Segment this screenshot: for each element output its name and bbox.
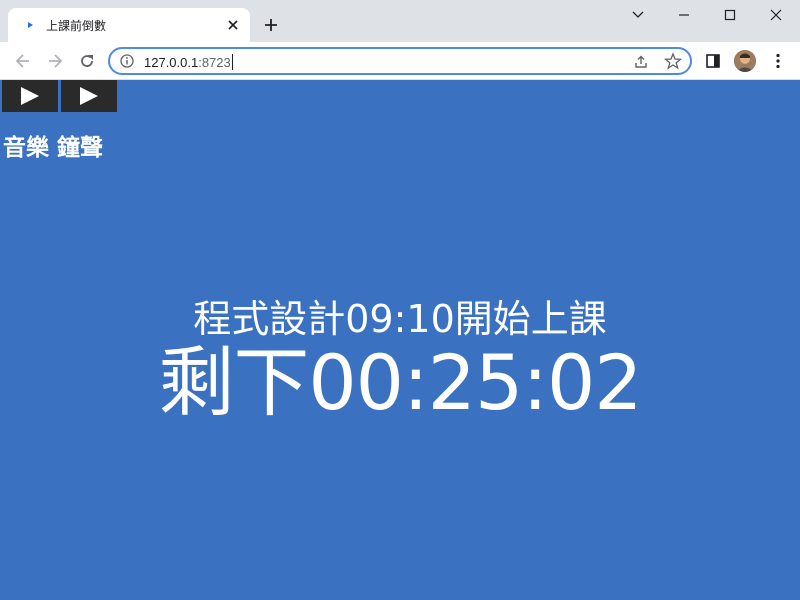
- minimize-icon[interactable]: [670, 4, 698, 26]
- reload-icon[interactable]: [77, 51, 97, 71]
- media-labels: 音樂 鐘聲: [3, 128, 111, 162]
- play-icon: [80, 87, 98, 105]
- class-start-message: 程式設計09:10開始上課: [193, 297, 607, 341]
- music-label: 音樂: [3, 135, 49, 161]
- forward-arrow-icon[interactable]: [45, 51, 65, 71]
- bell-play-button[interactable]: [61, 80, 117, 112]
- profile-avatar[interactable]: [734, 50, 756, 72]
- address-url[interactable]: 127.0.0.1:8723: [144, 54, 233, 70]
- play-favicon-icon: [28, 22, 33, 28]
- side-panel-icon[interactable]: [703, 51, 723, 71]
- tab-search-chevron-icon[interactable]: [624, 4, 652, 26]
- new-tab-icon[interactable]: [262, 16, 280, 34]
- profile-photo-icon: [734, 50, 756, 72]
- music-play-button[interactable]: [2, 80, 58, 112]
- text-caret: [231, 54, 233, 70]
- browser-tab[interactable]: 上課前倒數: [8, 8, 250, 42]
- bookmark-star-icon[interactable]: [664, 52, 682, 70]
- menu-kebab-icon[interactable]: [768, 51, 788, 71]
- bell-label: 鐘聲: [57, 135, 103, 161]
- tab-strip: 上課前倒數: [0, 0, 800, 42]
- tab-title: 上課前倒數: [46, 19, 107, 33]
- browser-toolbar: 127.0.0.1:8723: [0, 42, 800, 80]
- countdown-timer: 剩下00:25:02: [158, 338, 642, 427]
- close-window-icon[interactable]: [762, 4, 790, 26]
- back-arrow-icon[interactable]: [13, 51, 33, 71]
- address-bar[interactable]: 127.0.0.1:8723: [108, 47, 692, 75]
- site-info-icon[interactable]: [120, 54, 134, 68]
- share-icon[interactable]: [632, 53, 650, 71]
- url-port: :8723: [198, 55, 231, 70]
- url-host: 127.0.0.1: [144, 55, 199, 70]
- maximize-icon[interactable]: [716, 4, 744, 26]
- close-tab-icon[interactable]: [224, 16, 242, 34]
- play-icon: [21, 87, 39, 105]
